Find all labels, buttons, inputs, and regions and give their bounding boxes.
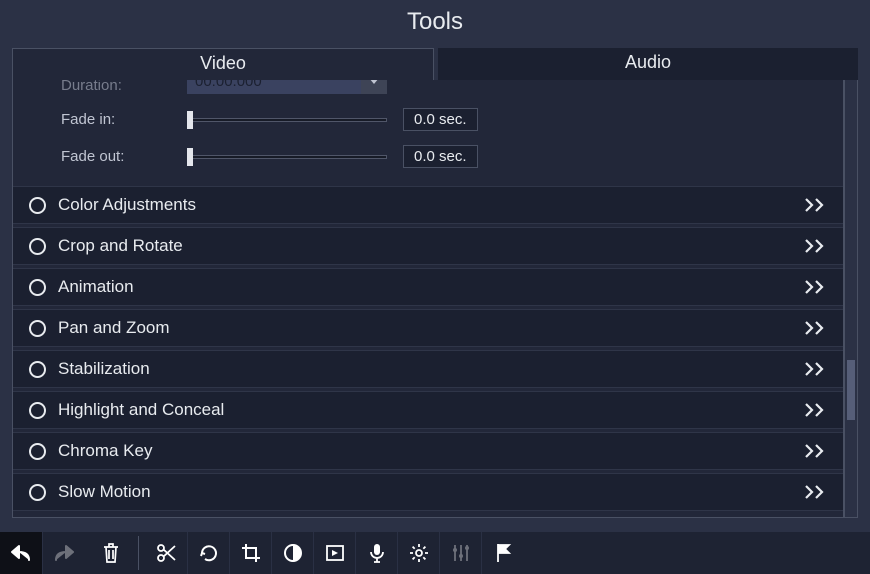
- undo-icon: [10, 543, 32, 563]
- duration-value: 00:00.000: [187, 80, 361, 90]
- section-pan-and-zoom[interactable]: Pan and Zoom: [13, 309, 843, 347]
- radio-icon: [29, 361, 46, 378]
- fade-out-value: 0.0 sec.: [403, 145, 478, 168]
- radio-icon: [29, 443, 46, 460]
- expand-icon: [805, 321, 827, 335]
- expand-icon: [805, 198, 827, 212]
- fade-in-value: 0.0 sec.: [403, 108, 478, 131]
- crop-icon: [240, 542, 262, 564]
- redo-icon: [53, 543, 75, 563]
- section-label: Pan and Zoom: [58, 318, 805, 338]
- flag-icon: [494, 542, 512, 564]
- transition-button[interactable]: [313, 532, 355, 574]
- section-color-adjustments[interactable]: Color Adjustments: [13, 186, 843, 224]
- section-label: Animation: [58, 277, 805, 297]
- expand-icon: [805, 403, 827, 417]
- tools-panel: Duration: 00:00.000 Fade in: 0.0 sec. Fa…: [12, 80, 844, 518]
- tab-bar: Video Audio: [0, 48, 870, 80]
- section-list: Color Adjustments Crop and Rotate Animat…: [13, 186, 843, 511]
- equalizer-button[interactable]: [439, 532, 481, 574]
- expand-icon: [805, 485, 827, 499]
- section-slow-motion[interactable]: Slow Motion: [13, 473, 843, 511]
- tab-video[interactable]: Video: [12, 48, 434, 80]
- scrollbar[interactable]: [844, 80, 858, 518]
- equalizer-icon: [451, 542, 471, 564]
- color-button[interactable]: [271, 532, 313, 574]
- section-label: Highlight and Conceal: [58, 400, 805, 420]
- record-button[interactable]: [355, 532, 397, 574]
- delete-button[interactable]: [90, 532, 132, 574]
- radio-icon: [29, 197, 46, 214]
- duration-label: Duration:: [61, 80, 141, 94]
- settings-button[interactable]: [397, 532, 439, 574]
- section-label: Color Adjustments: [58, 195, 805, 215]
- section-label: Stabilization: [58, 359, 805, 379]
- fade-out-slider[interactable]: [187, 148, 387, 166]
- expand-icon: [805, 280, 827, 294]
- expand-icon: [805, 362, 827, 376]
- fade-out-label: Fade out:: [61, 148, 141, 165]
- slider-thumb-icon[interactable]: [187, 148, 193, 166]
- expand-icon: [805, 239, 827, 253]
- dropdown-arrow-icon: [361, 80, 387, 94]
- radio-icon: [29, 238, 46, 255]
- section-chroma-key[interactable]: Chroma Key: [13, 432, 843, 470]
- section-label: Crop and Rotate: [58, 236, 805, 256]
- scissors-icon: [155, 542, 177, 564]
- fade-in-label: Fade in:: [61, 111, 141, 128]
- undo-button[interactable]: [0, 532, 42, 574]
- microphone-icon: [367, 542, 387, 564]
- radio-icon: [29, 402, 46, 419]
- section-label: Chroma Key: [58, 441, 805, 461]
- section-crop-and-rotate[interactable]: Crop and Rotate: [13, 227, 843, 265]
- section-stabilization[interactable]: Stabilization: [13, 350, 843, 388]
- radio-icon: [29, 320, 46, 337]
- panel-title: Tools: [0, 0, 870, 48]
- section-highlight-and-conceal[interactable]: Highlight and Conceal: [13, 391, 843, 429]
- radio-icon: [29, 484, 46, 501]
- expand-icon: [805, 444, 827, 458]
- tab-audio[interactable]: Audio: [438, 48, 858, 80]
- fade-in-slider[interactable]: [187, 111, 387, 129]
- rotate-button[interactable]: [187, 532, 229, 574]
- radio-icon: [29, 279, 46, 296]
- trash-icon: [101, 542, 121, 564]
- scrollbar-thumb[interactable]: [847, 360, 855, 420]
- contrast-icon: [282, 542, 304, 564]
- slider-thumb-icon[interactable]: [187, 111, 193, 129]
- marker-button[interactable]: [481, 532, 523, 574]
- duration-select[interactable]: 00:00.000: [187, 80, 387, 94]
- transition-icon: [324, 542, 346, 564]
- cut-button[interactable]: [145, 532, 187, 574]
- gear-icon: [408, 542, 430, 564]
- section-label: Slow Motion: [58, 482, 805, 502]
- section-animation[interactable]: Animation: [13, 268, 843, 306]
- crop-button[interactable]: [229, 532, 271, 574]
- bottom-toolbar: [0, 532, 870, 574]
- rotate-icon: [198, 542, 220, 564]
- redo-button[interactable]: [42, 532, 84, 574]
